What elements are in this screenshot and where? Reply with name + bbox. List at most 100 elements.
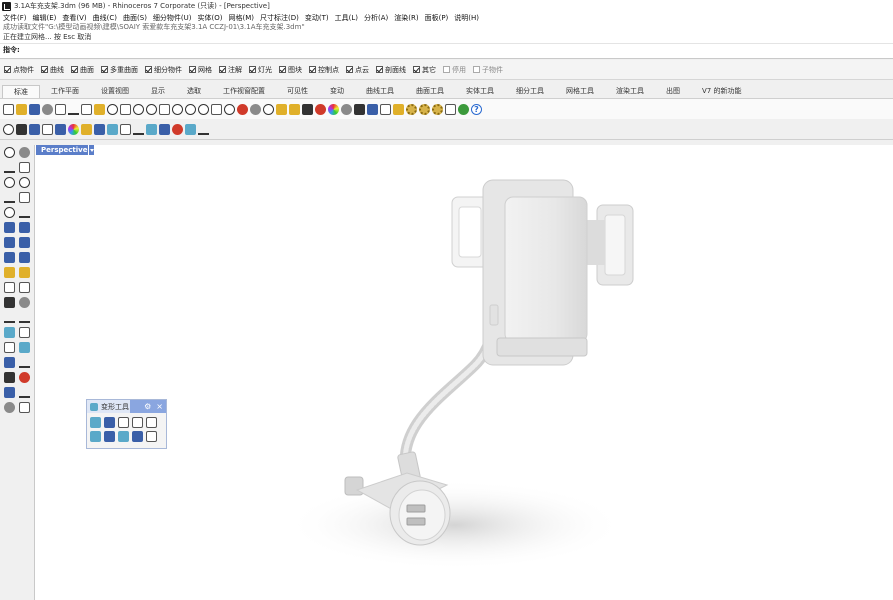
tab-curve-tools[interactable]: 曲线工具: [355, 85, 405, 98]
render-sphere-icon[interactable]: [341, 103, 352, 115]
filter-disable[interactable]: 停用: [443, 65, 466, 75]
menu-curve[interactable]: 曲线(C): [93, 13, 117, 23]
checkbox-checked[interactable]: [219, 66, 226, 73]
select-icon[interactable]: [224, 103, 235, 115]
tab-display[interactable]: 显示: [140, 85, 176, 98]
checkbox-checked[interactable]: [145, 66, 152, 73]
splop-tool-icon[interactable]: [118, 431, 129, 442]
undo-view-icon[interactable]: [198, 103, 209, 115]
mesh-icon[interactable]: [19, 252, 30, 263]
tab-select[interactable]: 选取: [176, 85, 212, 98]
cage-tool-icon[interactable]: [146, 431, 157, 442]
deformation-panel-titlebar[interactable]: 变形工具 ⚙ ×: [87, 400, 166, 413]
stretch-tool-icon[interactable]: [146, 417, 157, 428]
lock-icon[interactable]: [302, 103, 313, 115]
zoom-icon[interactable]: [146, 103, 157, 115]
tab-set-view[interactable]: 设置视图: [90, 85, 140, 98]
cplane-icon[interactable]: [263, 103, 274, 115]
rotate-icon[interactable]: [4, 312, 15, 323]
splop-icon[interactable]: [146, 124, 157, 135]
edit-icon[interactable]: [19, 402, 30, 413]
checkbox-checked[interactable]: [101, 66, 108, 73]
fillet-curve-icon[interactable]: [19, 207, 30, 218]
tab-surface-tools[interactable]: 曲面工具: [405, 85, 455, 98]
viewport-menu-dropdown[interactable]: [88, 145, 94, 155]
menu-help[interactable]: 说明(H): [454, 13, 479, 23]
checkbox-checked[interactable]: [189, 66, 196, 73]
tab-cplanes[interactable]: 工作平面: [40, 85, 90, 98]
gear-settings-icon[interactable]: [419, 103, 430, 115]
checkbox-checked[interactable]: [41, 66, 48, 73]
hide-icon[interactable]: [276, 103, 287, 115]
checkbox-checked[interactable]: [249, 66, 256, 73]
circle-icon[interactable]: [4, 177, 15, 188]
menu-edit[interactable]: 编辑(E): [33, 13, 57, 23]
checkbox-unchecked[interactable]: [443, 66, 450, 73]
bend-tool-icon[interactable]: [104, 417, 115, 428]
text-icon[interactable]: [19, 372, 30, 383]
checkbox-checked[interactable]: [376, 66, 383, 73]
copy-object-icon[interactable]: [19, 282, 30, 293]
render-preview-icon[interactable]: [458, 103, 469, 115]
smash-icon[interactable]: [198, 124, 209, 135]
menu-render[interactable]: 渲染(R): [394, 13, 418, 23]
four-viewports-icon[interactable]: [211, 103, 222, 115]
tab-render-tools[interactable]: 渲染工具: [605, 85, 655, 98]
menu-analyze[interactable]: 分析(A): [364, 13, 388, 23]
checkbox-unchecked[interactable]: [473, 66, 480, 73]
color-ring-icon[interactable]: [68, 124, 79, 135]
polygon-icon[interactable]: [4, 192, 15, 203]
polyline-icon[interactable]: [4, 162, 15, 173]
filter-lights[interactable]: 灯光: [249, 65, 272, 75]
zoom-frame-icon[interactable]: [42, 124, 53, 135]
dimension-icon[interactable]: [19, 357, 30, 368]
trim-icon[interactable]: [19, 297, 30, 308]
filter-polysurfaces[interactable]: 多重曲面: [101, 65, 138, 75]
filter-point-clouds[interactable]: 点云: [346, 65, 369, 75]
arc-icon[interactable]: [19, 177, 30, 188]
tab-transform[interactable]: 变动: [319, 85, 355, 98]
maelstrom-tool-icon[interactable]: [132, 431, 143, 442]
tab-standard[interactable]: 标准: [2, 85, 40, 98]
filter-meshes[interactable]: 网格: [189, 65, 212, 75]
gear-options-icon[interactable]: [432, 103, 443, 115]
lattice-icon[interactable]: [94, 124, 105, 135]
grid-array-icon[interactable]: [4, 372, 15, 383]
checkbox-checked[interactable]: [279, 66, 286, 73]
menu-surface[interactable]: 曲面(S): [123, 13, 147, 23]
checkbox-checked[interactable]: [346, 66, 353, 73]
array-icon[interactable]: [19, 327, 30, 338]
checkbox-checked[interactable]: [71, 66, 78, 73]
lasso-icon[interactable]: [237, 103, 248, 115]
lock-icon[interactable]: [16, 124, 27, 135]
perspective-viewport[interactable]: [35, 155, 893, 600]
deformation-tools-panel[interactable]: 变形工具 ⚙ ×: [86, 399, 167, 449]
filter-subd[interactable]: 细分物件: [145, 65, 182, 75]
twist-icon[interactable]: [107, 124, 118, 135]
render-icon[interactable]: [367, 103, 378, 115]
filter-control-points[interactable]: 控制点: [309, 65, 339, 75]
filter-points[interactable]: 点物件: [4, 65, 34, 75]
light-bulb-icon[interactable]: [289, 103, 300, 115]
analyze-icon[interactable]: [380, 103, 391, 115]
color-wheel-icon[interactable]: [328, 103, 339, 115]
sphere-icon[interactable]: [19, 237, 30, 248]
group-icon[interactable]: [4, 342, 15, 353]
gear-icon[interactable]: [406, 103, 417, 115]
ellipse-icon[interactable]: [4, 207, 15, 218]
tab-mesh-tools[interactable]: 网格工具: [555, 85, 605, 98]
close-icon[interactable]: ×: [156, 400, 163, 413]
bend-icon[interactable]: [120, 124, 131, 135]
checkbox-checked[interactable]: [309, 66, 316, 73]
viewport-tab-perspective[interactable]: Perspective: [36, 145, 93, 155]
menu-panels[interactable]: 面板(P): [425, 13, 449, 23]
stretch-icon[interactable]: [185, 124, 196, 135]
save-icon[interactable]: [29, 103, 40, 115]
gear-icon[interactable]: ⚙: [144, 400, 151, 413]
rotate-view-icon[interactable]: [133, 103, 144, 115]
zoom-window-icon[interactable]: [159, 103, 170, 115]
menu-mesh[interactable]: 网格(M): [229, 13, 255, 23]
join-icon[interactable]: [4, 357, 15, 368]
filter-blocks[interactable]: 图块: [279, 65, 302, 75]
extrude-icon[interactable]: [19, 222, 30, 233]
